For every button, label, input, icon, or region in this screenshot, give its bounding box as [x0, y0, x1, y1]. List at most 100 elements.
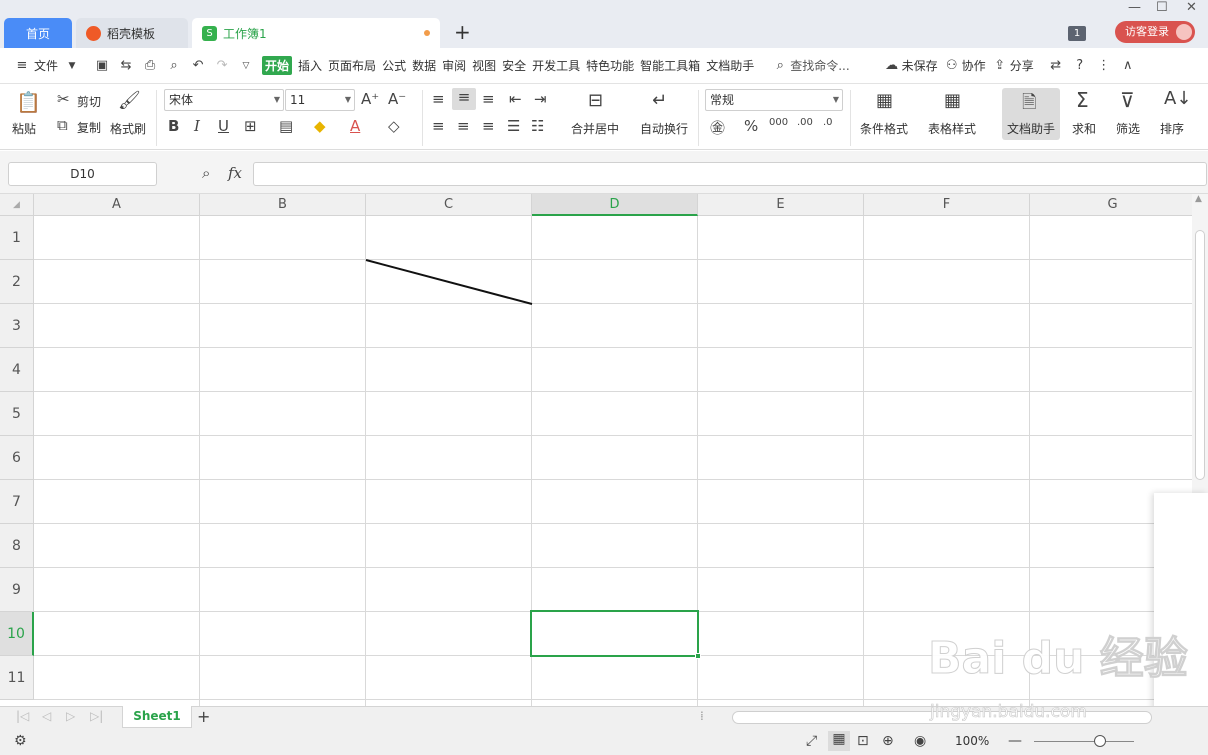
- cell-style-icon[interactable]: ▤: [279, 117, 293, 135]
- row-header-2[interactable]: 2: [0, 260, 34, 304]
- row-header-3[interactable]: 3: [0, 304, 34, 348]
- add-sheet-icon[interactable]: +: [197, 707, 210, 726]
- save-icon[interactable]: ▣: [94, 58, 110, 74]
- scroll-up-icon[interactable]: ▲: [1195, 194, 1202, 204]
- percent-icon[interactable]: %: [744, 117, 758, 135]
- cut-button[interactable]: 剪切: [77, 93, 101, 110]
- share-button[interactable]: 分享: [1010, 57, 1034, 74]
- status-settings-icon[interactable]: ⚙: [14, 733, 27, 749]
- window-count-badge[interactable]: 1: [1068, 26, 1086, 41]
- collapse-ribbon-icon[interactable]: ∧: [1120, 58, 1136, 74]
- justify-icon[interactable]: ☰: [507, 117, 520, 135]
- search-icon[interactable]: ⌕: [772, 58, 788, 74]
- column-header-a[interactable]: A: [34, 194, 200, 216]
- fx-icon[interactable]: fx: [228, 164, 242, 182]
- column-header-g[interactable]: G: [1030, 194, 1192, 216]
- row-header-9[interactable]: 9: [0, 568, 34, 612]
- unsaved-status[interactable]: 未保存: [902, 57, 938, 74]
- collaborate-button[interactable]: 协作: [962, 57, 986, 74]
- conditional-format-button[interactable]: 条件格式: [860, 120, 908, 137]
- thousands-icon[interactable]: 000: [769, 117, 788, 128]
- format-painter-icon[interactable]: 🖌: [118, 90, 141, 111]
- menu-review[interactable]: 审阅: [442, 57, 466, 74]
- sort-icon[interactable]: A↓: [1164, 88, 1191, 109]
- align-center-icon[interactable]: ≡: [457, 117, 470, 135]
- scroll-handle-icon[interactable]: ⁞: [700, 709, 704, 723]
- indent-decrease-icon[interactable]: ⇤: [509, 90, 522, 108]
- row-header-1[interactable]: 1: [0, 216, 34, 260]
- chevron-down-icon[interactable]: ▼: [64, 58, 80, 74]
- normal-view-icon[interactable]: ▦: [828, 731, 850, 751]
- currency-icon[interactable]: ㊎: [710, 117, 725, 138]
- close-icon[interactable]: ✕: [1186, 0, 1197, 15]
- underline-icon[interactable]: U: [218, 117, 229, 135]
- sort-button[interactable]: 排序: [1160, 120, 1184, 137]
- menu-developer[interactable]: 开发工具: [532, 57, 580, 74]
- number-format-select[interactable]: 常规 ▼: [705, 89, 843, 111]
- paste-icon[interactable]: 📋: [16, 90, 41, 114]
- menu-doc-assistant[interactable]: 文档助手: [706, 57, 754, 74]
- line-shape[interactable]: [365, 259, 533, 305]
- row-header-8[interactable]: 8: [0, 524, 34, 568]
- print-icon[interactable]: ⎙: [142, 58, 158, 74]
- menu-data[interactable]: 数据: [412, 57, 436, 74]
- align-top-icon[interactable]: ≡: [432, 90, 445, 108]
- formula-input[interactable]: [253, 162, 1207, 186]
- align-bottom-icon[interactable]: ≡: [482, 90, 495, 108]
- column-header-c[interactable]: C: [366, 194, 532, 216]
- menu-start[interactable]: 开始: [262, 56, 293, 75]
- fullscreen-icon[interactable]: ⤢: [806, 733, 817, 749]
- filter-icon[interactable]: ⊽: [1120, 88, 1135, 112]
- row-header-11[interactable]: 11: [0, 656, 34, 700]
- tab-home[interactable]: 首页: [4, 18, 72, 48]
- layout-icon[interactable]: ⇄: [1048, 58, 1064, 74]
- maximize-icon[interactable]: ☐: [1156, 0, 1168, 15]
- command-search[interactable]: 查找命令...: [790, 57, 849, 74]
- border-icon[interactable]: ⊞: [244, 117, 257, 135]
- zoom-formula-icon[interactable]: ⌕: [202, 164, 210, 182]
- indent-increase-icon[interactable]: ⇥: [534, 90, 547, 108]
- increase-decimal-icon[interactable]: .00: [797, 117, 813, 128]
- decrease-decimal-icon[interactable]: .0: [823, 117, 833, 128]
- menu-view[interactable]: 视图: [472, 57, 496, 74]
- quick-access-dropdown-icon[interactable]: ▽: [238, 58, 254, 74]
- decrease-font-icon[interactable]: A⁻: [388, 90, 406, 108]
- tab-template[interactable]: 稻壳模板: [76, 18, 188, 48]
- align-left-icon[interactable]: ≡: [432, 117, 445, 135]
- copy-icon[interactable]: ⧉: [57, 116, 68, 134]
- more-icon[interactable]: ⋮: [1096, 58, 1112, 74]
- menu-smart-toolbox[interactable]: 智能工具箱: [640, 57, 700, 74]
- tab-workbook[interactable]: S 工作簿1: [192, 18, 440, 48]
- align-middle-icon[interactable]: ≡: [452, 88, 476, 110]
- row-header-5[interactable]: 5: [0, 392, 34, 436]
- redo-icon[interactable]: ↷: [214, 58, 230, 74]
- menu-file[interactable]: 文件: [34, 57, 58, 74]
- sheet-tab-sheet1[interactable]: Sheet1: [122, 706, 192, 728]
- increase-font-icon[interactable]: A⁺: [361, 90, 379, 108]
- undo-icon[interactable]: ↶: [190, 58, 206, 74]
- font-color-icon[interactable]: A: [350, 117, 360, 135]
- doc-assistant-button[interactable]: 文档助手: [1007, 120, 1055, 137]
- last-sheet-icon[interactable]: ▷|: [90, 709, 103, 723]
- menu-formula[interactable]: 公式: [382, 57, 406, 74]
- menu-page-layout[interactable]: 页面布局: [328, 57, 376, 74]
- new-tab-icon[interactable]: +: [454, 20, 471, 44]
- export-icon[interactable]: ⇆: [118, 58, 134, 74]
- column-header-f[interactable]: F: [864, 194, 1030, 216]
- font-name-select[interactable]: 宋体 ▼: [164, 89, 284, 111]
- prev-sheet-icon[interactable]: ◁: [42, 709, 51, 723]
- print-preview-icon[interactable]: ⌕: [166, 58, 182, 74]
- row-header-7[interactable]: 7: [0, 480, 34, 524]
- next-sheet-icon[interactable]: ▷: [66, 709, 75, 723]
- table-style-icon[interactable]: ▦: [944, 90, 961, 111]
- column-header-b[interactable]: B: [200, 194, 366, 216]
- zoom-level[interactable]: 100%: [955, 734, 989, 748]
- column-header-e[interactable]: E: [698, 194, 864, 216]
- reading-mode-icon[interactable]: ⊕: [882, 733, 894, 749]
- vertical-scroll-thumb[interactable]: [1195, 230, 1205, 480]
- help-icon[interactable]: ?: [1072, 58, 1088, 74]
- zoom-slider[interactable]: [1034, 741, 1134, 742]
- distribute-icon[interactable]: ☷: [531, 117, 544, 135]
- sum-icon[interactable]: Σ: [1076, 88, 1089, 112]
- row-header-10[interactable]: 10: [0, 612, 34, 656]
